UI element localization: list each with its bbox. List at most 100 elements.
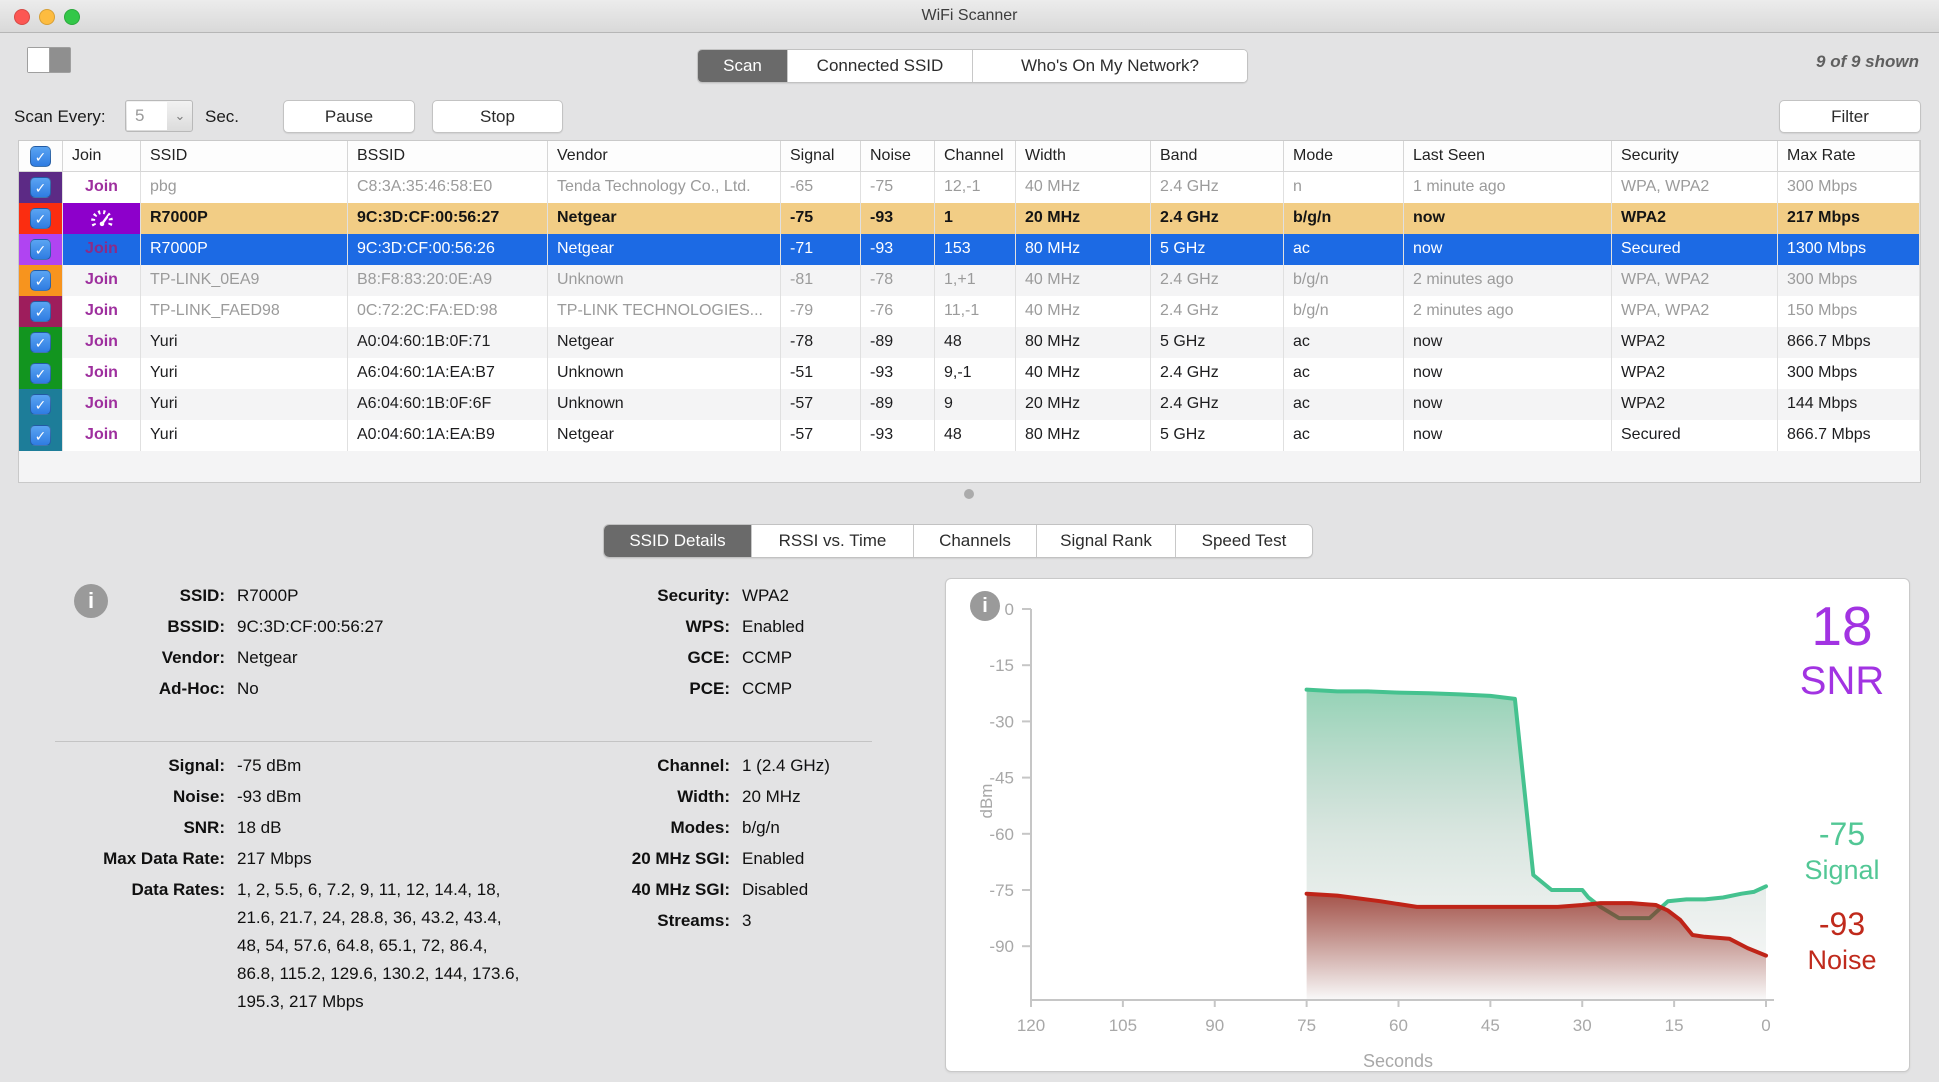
row-checkbox[interactable]: ✓ — [30, 301, 51, 322]
network-row-r7000p[interactable]: ✓JoinR7000P9C:3D:CF:00:56:26Netgear-71-9… — [19, 234, 1920, 265]
network-row-yuri[interactable]: ✓JoinYuriA0:04:60:1A:EA:B9Netgear-57-934… — [19, 420, 1920, 451]
tab-scan[interactable]: Scan — [698, 50, 788, 82]
detail-label: Signal: — [20, 752, 225, 780]
cell-vendor: Unknown — [548, 265, 781, 296]
tab-connected-ssid[interactable]: Connected SSID — [788, 50, 973, 82]
column-header-signal[interactable]: Signal — [781, 141, 861, 171]
cell-vendor: Netgear — [548, 327, 781, 358]
detail-label: Width: — [525, 783, 730, 811]
join-link[interactable]: Join — [85, 395, 118, 412]
column-header-width[interactable]: Width — [1016, 141, 1151, 171]
network-row-yuri[interactable]: ✓JoinYuriA6:04:60:1B:0F:6FUnknown-57-899… — [19, 389, 1920, 420]
detail-label: GCE: — [525, 644, 730, 672]
row-color-cell: ✓ — [19, 420, 63, 451]
detail-tab-channels[interactable]: Channels — [914, 525, 1037, 557]
network-row-r7000p[interactable]: ✓R7000P9C:3D:CF:00:56:27Netgear-75-93120… — [19, 203, 1920, 234]
cell-noise: -93 — [861, 420, 935, 451]
network-row-yuri[interactable]: ✓JoinYuriA0:04:60:1B:0F:71Netgear-78-894… — [19, 327, 1920, 358]
cell-mode: b/g/n — [1284, 203, 1404, 234]
cell-width: 40 MHz — [1016, 172, 1151, 203]
select-all-checkbox[interactable]: ✓ — [30, 146, 51, 167]
cell-mode: b/g/n — [1284, 296, 1404, 327]
network-row-tp-link-0ea9[interactable]: ✓JoinTP-LINK_0EA9B8:F8:83:20:0E:A9Unknow… — [19, 265, 1920, 296]
cell-mode: ac — [1284, 358, 1404, 389]
column-header-mode[interactable]: Mode — [1284, 141, 1404, 171]
network-row-pbg[interactable]: ✓JoinpbgC8:3A:35:46:58:E0Tenda Technolog… — [19, 172, 1920, 203]
tab-who-s-on-my-network[interactable]: Who's On My Network? — [973, 50, 1247, 82]
cell-bssid: B8:F8:83:20:0E:A9 — [348, 265, 548, 296]
detail-label: Data Rates: — [20, 876, 225, 904]
join-cell: Join — [63, 327, 141, 358]
row-checkbox[interactable]: ✓ — [30, 239, 51, 260]
column-header-noise[interactable]: Noise — [861, 141, 935, 171]
stat-value: -75 — [1781, 818, 1903, 850]
detail-value: CCMP — [742, 644, 792, 672]
speedtest-in-progress-cell[interactable] — [63, 203, 141, 234]
row-checkbox[interactable]: ✓ — [30, 394, 51, 415]
stat-snr: 18SNR — [1781, 599, 1903, 701]
cell-signal: -71 — [781, 234, 861, 265]
detail-label: Noise: — [20, 783, 225, 811]
column-header-ssid[interactable]: SSID — [141, 141, 348, 171]
column-header-security[interactable]: Security — [1612, 141, 1778, 171]
join-cell: Join — [63, 234, 141, 265]
join-link[interactable]: Join — [85, 426, 118, 443]
row-checkbox[interactable]: ✓ — [30, 177, 51, 198]
cell-last-seen: now — [1404, 358, 1612, 389]
column-header-join[interactable]: Join — [63, 141, 141, 171]
cell-signal: -57 — [781, 389, 861, 420]
svg-text:30: 30 — [1573, 1016, 1592, 1035]
column-header-bssid[interactable]: BSSID — [348, 141, 548, 171]
column-header-select[interactable]: ✓ — [19, 141, 63, 171]
column-header-last-seen[interactable]: Last Seen — [1404, 141, 1612, 171]
pause-button[interactable]: Pause — [283, 100, 415, 133]
cell-max-rate: 300 Mbps — [1778, 265, 1920, 296]
cell-noise: -75 — [861, 172, 935, 203]
svg-text:0: 0 — [1761, 1016, 1770, 1035]
join-link[interactable]: Join — [85, 364, 118, 381]
join-link[interactable]: Join — [85, 333, 118, 350]
row-checkbox[interactable]: ✓ — [30, 270, 51, 291]
join-link[interactable]: Join — [85, 302, 118, 319]
row-checkbox[interactable]: ✓ — [30, 332, 51, 353]
cell-channel: 12,-1 — [935, 172, 1016, 203]
stat-signal: -75Signal — [1781, 818, 1903, 884]
join-cell: Join — [63, 265, 141, 296]
sec-label: Sec. — [205, 107, 239, 127]
detail-tab-signal-rank[interactable]: Signal Rank — [1037, 525, 1176, 557]
detail-tab-ssid-details[interactable]: SSID Details — [604, 525, 752, 557]
close-window-button[interactable] — [14, 9, 30, 25]
join-link[interactable]: Join — [85, 271, 118, 288]
detail-value: 18 dB — [237, 814, 281, 842]
scan-interval-select[interactable]: 5 ⌄ — [125, 100, 193, 132]
ssid-identity-group: SSID:R7000PBSSID:9C:3D:CF:00:56:27Vendor… — [20, 580, 520, 704]
join-cell: Join — [63, 172, 141, 203]
join-link[interactable]: Join — [85, 178, 118, 195]
zoom-window-button[interactable] — [64, 9, 80, 25]
toggle-left-half — [28, 48, 50, 72]
sidebar-toggle[interactable] — [27, 47, 71, 73]
row-checkbox[interactable]: ✓ — [30, 425, 51, 446]
row-checkbox[interactable]: ✓ — [30, 208, 51, 229]
detail-value: 3 — [742, 907, 751, 935]
svg-text:120: 120 — [1017, 1016, 1045, 1035]
filter-button[interactable]: Filter — [1779, 100, 1921, 133]
join-link[interactable]: Join — [85, 240, 118, 257]
column-header-channel[interactable]: Channel — [935, 141, 1016, 171]
cell-noise: -93 — [861, 203, 935, 234]
detail-tab-rssi-vs-time[interactable]: RSSI vs. Time — [752, 525, 914, 557]
column-header-vendor[interactable]: Vendor — [548, 141, 781, 171]
network-row-yuri[interactable]: ✓JoinYuriA6:04:60:1A:EA:B7Unknown-51-939… — [19, 358, 1920, 389]
traffic-lights — [14, 9, 80, 25]
detail-tab-speed-test[interactable]: Speed Test — [1176, 525, 1312, 557]
network-row-tp-link-faed98[interactable]: ✓JoinTP-LINK_FAED980C:72:2C:FA:ED:98TP-L… — [19, 296, 1920, 327]
row-checkbox[interactable]: ✓ — [30, 363, 51, 384]
minimize-window-button[interactable] — [39, 9, 55, 25]
column-header-band[interactable]: Band — [1151, 141, 1284, 171]
detail-value: No — [237, 675, 259, 703]
splitter-handle[interactable] — [964, 489, 974, 499]
detail-label: BSSID: — [20, 613, 225, 641]
stop-button[interactable]: Stop — [432, 100, 563, 133]
cell-ssid: pbg — [141, 172, 348, 203]
column-header-max-rate[interactable]: Max Rate — [1778, 141, 1920, 171]
